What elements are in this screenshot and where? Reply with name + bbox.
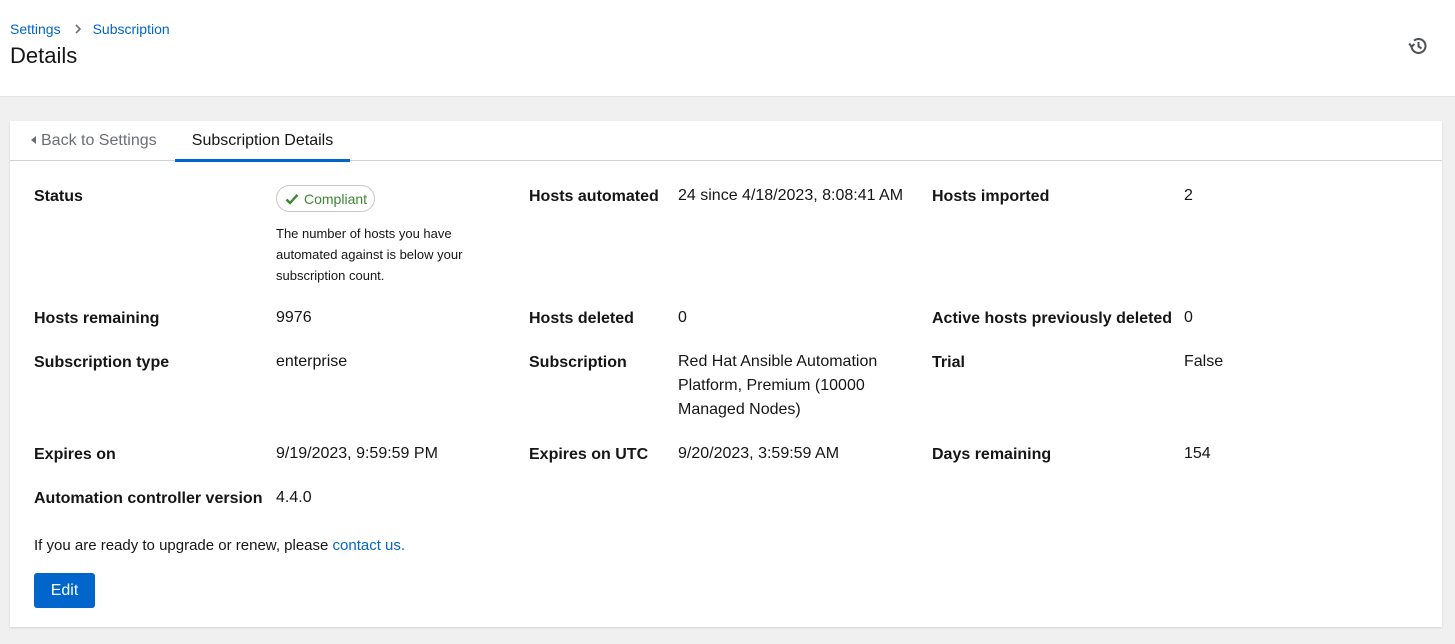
controller-version-label: Automation controller version	[34, 490, 263, 507]
status-help-text: The number of hosts you have automated a…	[276, 226, 463, 283]
expires-on-value: 9/19/2023, 9:59:59 PM	[276, 445, 438, 462]
tab-back-to-settings[interactable]: Back to Settings	[31, 121, 157, 161]
status-badge: Compliant	[276, 185, 375, 212]
hosts-automated-value: 24 since 4/18/2023, 8:08:41 AM	[678, 187, 904, 204]
breadcrumb-settings-link[interactable]: Settings	[10, 21, 61, 37]
tab-bar: Back to Settings Subscription Details	[10, 121, 1442, 162]
breadcrumb: Settings Subscription	[10, 21, 170, 37]
upgrade-text: If you are ready to upgrade or renew, pl…	[34, 537, 333, 554]
hosts-deleted-label: Hosts deleted	[529, 310, 634, 327]
tab-subscription-details[interactable]: Subscription Details	[175, 121, 350, 162]
upgrade-message: If you are ready to upgrade or renew, pl…	[34, 537, 405, 554]
expires-on-utc-value: 9/20/2023, 3:59:59 AM	[678, 445, 840, 462]
subscription-label: Subscription	[529, 354, 627, 371]
hosts-deleted-value: 0	[678, 309, 687, 326]
trial-value: False	[1184, 353, 1224, 370]
status-label: Status	[34, 188, 83, 205]
active-hosts-previously-deleted-label: Active hosts previously deleted	[932, 310, 1173, 327]
expires-on-utc-label: Expires on UTC	[529, 446, 649, 463]
active-hosts-previously-deleted-value: 0	[1184, 309, 1193, 326]
check-icon	[285, 193, 299, 205]
days-remaining-label: Days remaining	[932, 446, 1052, 463]
hosts-remaining-label: Hosts remaining	[34, 310, 160, 327]
chevron-right-icon	[75, 24, 81, 34]
hosts-automated-label: Hosts automated	[529, 188, 659, 205]
subscription-details-card: Back to Settings Subscription Details St…	[10, 121, 1442, 627]
page-title: Details	[10, 43, 78, 68]
caret-left-icon	[31, 136, 36, 144]
trial-label: Trial	[932, 354, 965, 371]
edit-button[interactable]: Edit	[34, 573, 95, 608]
subscription-type-label: Subscription type	[34, 354, 170, 371]
page-header: Settings Subscription Details	[0, 0, 1455, 97]
breadcrumb-subscription-link[interactable]: Subscription	[93, 21, 170, 37]
hosts-remaining-value: 9976	[276, 309, 312, 326]
controller-version-value: 4.4.0	[276, 489, 312, 506]
expires-on-label: Expires on	[34, 446, 116, 463]
days-remaining-value: 154	[1184, 445, 1211, 462]
status-badge-text: Compliant	[304, 190, 368, 207]
subscription-type-value: enterprise	[276, 353, 348, 370]
hosts-imported-label: Hosts imported	[932, 188, 1050, 205]
history-icon[interactable]	[1406, 34, 1430, 58]
subscription-value: Red Hat Ansible Automation Platform, Pre…	[678, 353, 878, 418]
contact-us-link[interactable]: contact us.	[333, 537, 406, 554]
hosts-imported-value: 2	[1184, 187, 1193, 204]
tab-back-label: Back to Settings	[41, 132, 157, 149]
